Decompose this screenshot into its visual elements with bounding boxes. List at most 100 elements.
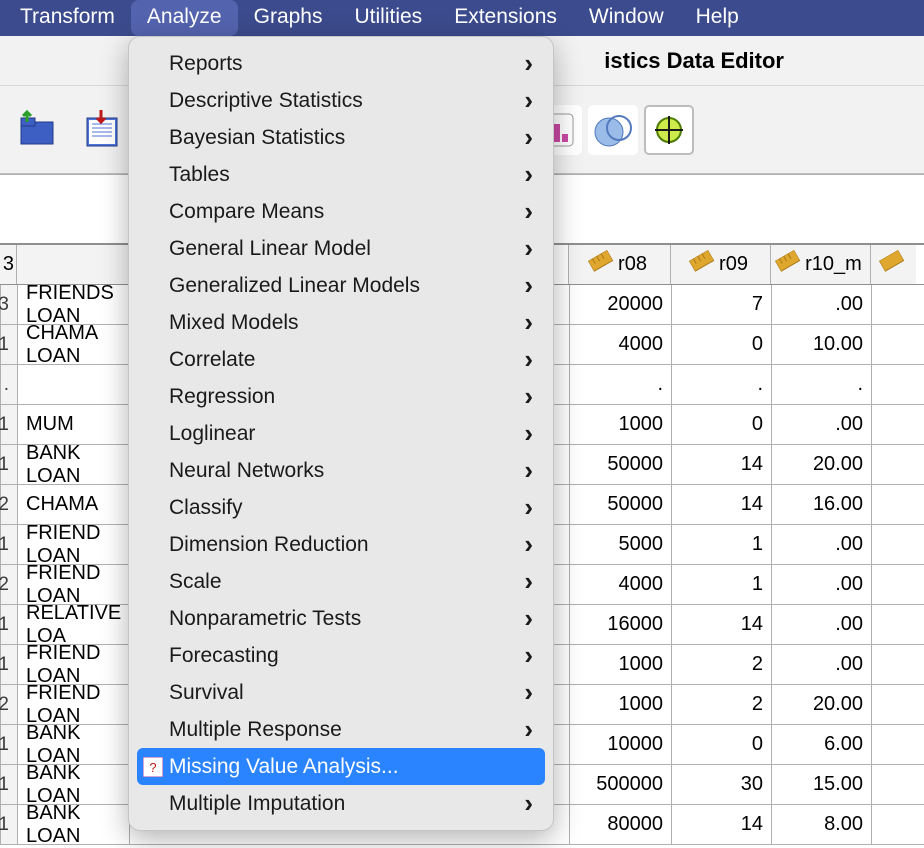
row-index-cell[interactable]: 3 (0, 285, 17, 324)
menu-graphs[interactable]: Graphs (238, 0, 339, 36)
row-label-cell[interactable]: MUM (17, 405, 129, 444)
cell-r10[interactable]: .00 (771, 405, 871, 444)
menu-item-multiple-imputation[interactable]: Multiple Imputation› (137, 785, 545, 822)
menu-help[interactable]: Help (680, 0, 755, 36)
row-index-cell[interactable]: 2 (0, 485, 17, 524)
cell-r08[interactable]: 4000 (569, 565, 671, 604)
cell-r10[interactable]: . (771, 365, 871, 404)
row-label-cell[interactable]: FRIEND LOAN (17, 565, 129, 604)
menu-transform[interactable]: Transform (4, 0, 131, 36)
cell-r08[interactable]: 4000 (569, 325, 671, 364)
cell-r08[interactable]: 10000 (569, 725, 671, 764)
menu-item-classify[interactable]: Classify› (137, 489, 545, 526)
cell-r09[interactable]: 7 (671, 285, 771, 324)
menu-item-reports[interactable]: Reports› (137, 45, 545, 82)
menu-item-neural-networks[interactable]: Neural Networks› (137, 452, 545, 489)
cell-r10[interactable]: .00 (771, 605, 871, 644)
row-index-cell[interactable]: 1 (0, 765, 17, 804)
open-file-button[interactable] (14, 105, 64, 155)
cell-r08[interactable]: 80000 (569, 805, 671, 844)
menu-item-tables[interactable]: Tables› (137, 156, 545, 193)
row-label-cell[interactable]: RELATIVE LOA (17, 605, 129, 644)
row-index-cell[interactable]: 1 (0, 605, 17, 644)
cell-next[interactable] (871, 365, 917, 404)
cell-r09[interactable]: 30 (671, 765, 771, 804)
cell-r08[interactable]: 1000 (569, 645, 671, 684)
column-header-partial[interactable]: 3 (0, 245, 16, 284)
cell-r08[interactable]: . (569, 365, 671, 404)
cell-r09[interactable]: 14 (671, 445, 771, 484)
cell-r09[interactable]: 14 (671, 485, 771, 524)
menu-item-dimension-reduction[interactable]: Dimension Reduction› (137, 526, 545, 563)
menu-item-compare-means[interactable]: Compare Means› (137, 193, 545, 230)
row-label-cell[interactable]: FRIEND LOAN (17, 645, 129, 684)
menu-item-generalized-linear-models[interactable]: Generalized Linear Models› (137, 267, 545, 304)
cell-r10[interactable]: 16.00 (771, 485, 871, 524)
menu-item-general-linear-model[interactable]: General Linear Model› (137, 230, 545, 267)
menu-item-scale[interactable]: Scale› (137, 563, 545, 600)
menu-utilities[interactable]: Utilities (339, 0, 439, 36)
cell-r10[interactable]: 15.00 (771, 765, 871, 804)
menu-item-regression[interactable]: Regression› (137, 378, 545, 415)
row-index-cell[interactable]: 1 (0, 445, 17, 484)
row-index-cell[interactable]: 1 (0, 645, 17, 684)
paste-button[interactable] (78, 105, 128, 155)
menu-item-forecasting[interactable]: Forecasting› (137, 637, 545, 674)
cell-r09[interactable]: 1 (671, 565, 771, 604)
cell-next[interactable] (871, 685, 917, 724)
row-index-cell[interactable]: 1 (0, 805, 17, 844)
cell-next[interactable] (871, 285, 917, 324)
column-header-label[interactable] (16, 245, 128, 284)
cell-r10[interactable]: .00 (771, 525, 871, 564)
row-index-cell[interactable]: 1 (0, 325, 17, 364)
cell-next[interactable] (871, 725, 917, 764)
cell-next[interactable] (871, 405, 917, 444)
cell-r09[interactable]: . (671, 365, 771, 404)
cell-next[interactable] (871, 645, 917, 684)
row-index-cell[interactable]: 1 (0, 525, 17, 564)
cell-r10[interactable]: 20.00 (771, 445, 871, 484)
row-label-cell[interactable]: FRIENDS LOAN (17, 285, 129, 324)
menu-item-descriptive-statistics[interactable]: Descriptive Statistics› (137, 82, 545, 119)
menu-item-loglinear[interactable]: Loglinear› (137, 415, 545, 452)
row-label-cell[interactable]: FRIEND LOAN (17, 685, 129, 724)
menu-item-nonparametric-tests[interactable]: Nonparametric Tests› (137, 600, 545, 637)
row-label-cell[interactable]: CHAMA (17, 485, 129, 524)
column-header-r10[interactable]: r10_m (770, 245, 870, 284)
cell-r08[interactable]: 16000 (569, 605, 671, 644)
cell-r08[interactable]: 500000 (569, 765, 671, 804)
cell-r08[interactable]: 5000 (569, 525, 671, 564)
cell-r10[interactable]: 10.00 (771, 325, 871, 364)
row-index-cell[interactable]: . (0, 365, 17, 404)
menu-item-missing-value-analysis[interactable]: ?Missing Value Analysis... (137, 748, 545, 785)
cell-next[interactable] (871, 445, 917, 484)
cell-r09[interactable]: 14 (671, 605, 771, 644)
row-label-cell[interactable]: CHAMA LOAN (17, 325, 129, 364)
cell-r10[interactable]: .00 (771, 565, 871, 604)
cell-next[interactable] (871, 325, 917, 364)
cell-r09[interactable]: 1 (671, 525, 771, 564)
row-label-cell[interactable] (17, 365, 129, 404)
row-index-cell[interactable]: 1 (0, 725, 17, 764)
cell-next[interactable] (871, 805, 917, 844)
cell-r08[interactable]: 50000 (569, 485, 671, 524)
menu-extensions[interactable]: Extensions (438, 0, 573, 36)
cell-next[interactable] (871, 485, 917, 524)
row-index-cell[interactable]: 2 (0, 565, 17, 604)
cell-r08[interactable]: 20000 (569, 285, 671, 324)
cell-r08[interactable]: 1000 (569, 685, 671, 724)
row-index-cell[interactable]: 1 (0, 405, 17, 444)
cell-next[interactable] (871, 765, 917, 804)
row-label-cell[interactable]: BANK LOAN (17, 805, 129, 844)
cell-r09[interactable]: 2 (671, 685, 771, 724)
menu-analyze[interactable]: Analyze (131, 0, 238, 36)
row-label-cell[interactable]: BANK LOAN (17, 765, 129, 804)
cell-r08[interactable]: 1000 (569, 405, 671, 444)
column-header-r08[interactable]: r08 (568, 245, 670, 284)
menu-item-mixed-models[interactable]: Mixed Models› (137, 304, 545, 341)
row-label-cell[interactable]: BANK LOAN (17, 725, 129, 764)
menu-window[interactable]: Window (573, 0, 680, 36)
column-header-r09[interactable]: r09 (670, 245, 770, 284)
cell-r09[interactable]: 0 (671, 325, 771, 364)
row-label-cell[interactable]: FRIEND LOAN (17, 525, 129, 564)
